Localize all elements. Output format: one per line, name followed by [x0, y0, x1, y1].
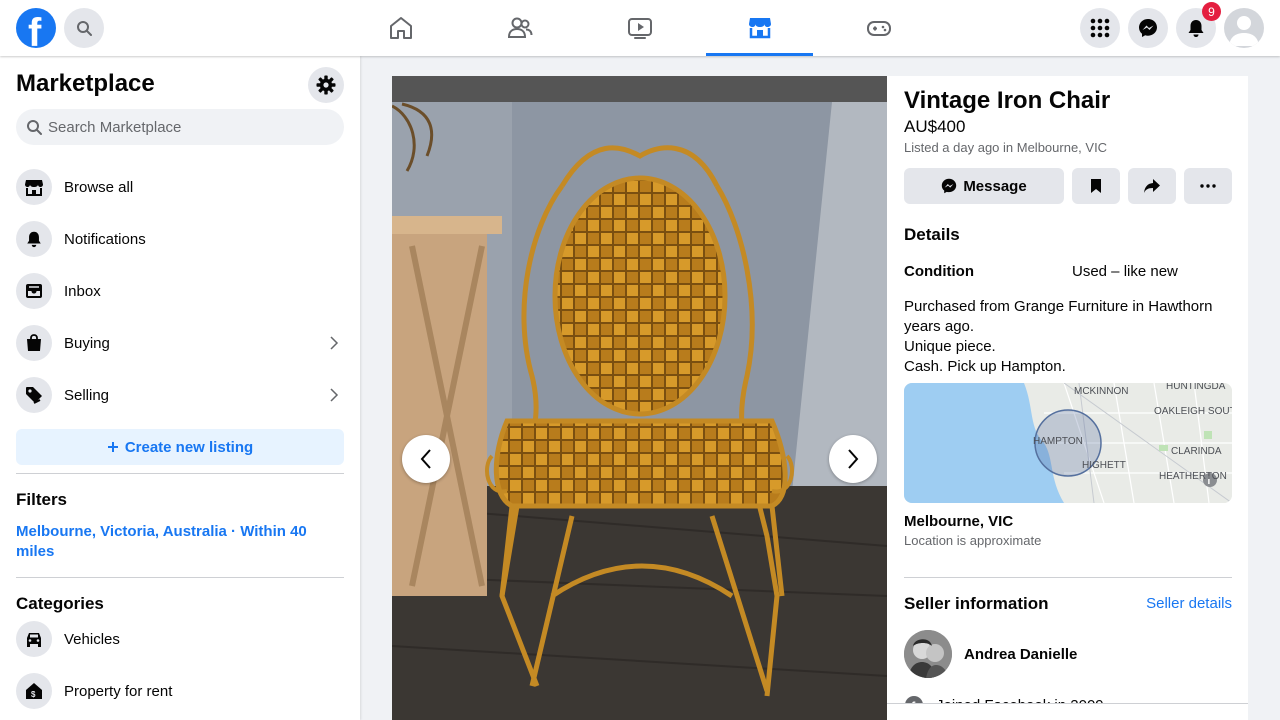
save-button[interactable] [1072, 168, 1120, 204]
gaming-controller-icon [866, 21, 891, 36]
category-item-property-for-rent[interactable]: $ Property for rent [16, 669, 344, 713]
sidebar-item-inbox[interactable]: Inbox [16, 269, 344, 313]
chevron-right-icon [848, 449, 859, 469]
previous-photo-button[interactable] [402, 435, 450, 483]
listing-title: Vintage Iron Chair [904, 87, 1111, 114]
search-marketplace-input[interactable] [48, 109, 338, 145]
chair-photo-image [392, 76, 887, 720]
map-label-mckinnon: MCKINNON [1074, 386, 1128, 397]
search-button[interactable] [64, 8, 104, 48]
shopping-bag-icon [27, 334, 41, 351]
chevron-right-icon [330, 388, 339, 402]
more-dots-icon [1200, 184, 1216, 188]
map-label-heatherton: HEATHERTON [1159, 471, 1227, 482]
map-label-highett: HIGHETT [1082, 460, 1126, 471]
bookmark-icon [1091, 179, 1101, 193]
location-filter-link[interactable]: Melbourne, Victoria, Australia · Within … [16, 522, 336, 562]
notification-count-badge: 9 [1202, 2, 1221, 21]
bell-icon [27, 231, 41, 248]
chevron-left-icon [420, 449, 431, 469]
watch-video-icon [627, 18, 652, 39]
price-tag-icon [26, 387, 42, 404]
top-navigation-bar: f 9 [0, 0, 1280, 56]
svg-text:$: $ [31, 690, 36, 699]
map-label-hampton: HAMPTON [1033, 436, 1083, 447]
profile-avatar[interactable] [1224, 8, 1264, 48]
seller-avatar[interactable] [904, 630, 952, 678]
sidebar-item-notifications[interactable]: Notifications [16, 217, 344, 261]
map-label-clarinda: CLARINDA [1171, 446, 1222, 457]
search-icon [27, 120, 42, 135]
categories-heading: Categories [16, 594, 104, 613]
more-options-button[interactable] [1184, 168, 1232, 204]
sidebar-divider [16, 473, 344, 474]
listing-photo [392, 76, 887, 720]
sidebar-item-browse-all[interactable]: Browse all [16, 165, 344, 209]
marketplace-search[interactable] [16, 109, 344, 145]
sidebar-item-buying[interactable]: Buying [16, 321, 344, 365]
seller-details-link[interactable]: Seller details [1146, 595, 1232, 612]
category-item-vehicles[interactable]: Vehicles [16, 617, 344, 661]
listing-price: AU$400 [904, 117, 966, 136]
map-label-huntingdale: HUNTINGDA [1166, 383, 1226, 392]
tab-marketplace[interactable] [706, 0, 813, 56]
settings-button[interactable] [308, 67, 344, 103]
map-label-oakleigh-south: OAKLEIGH SOUTH [1154, 406, 1232, 417]
seller-photo-image [904, 630, 952, 678]
details-heading: Details [904, 225, 960, 244]
location-name: Melbourne, VIC [904, 513, 1014, 530]
filters-heading: Filters [16, 490, 68, 509]
listing-time-location: Listed a day ago in Melbourne, VIC [904, 140, 1108, 155]
tab-home[interactable] [347, 0, 454, 56]
marketplace-sidebar: Marketplace Browse all Notifications Inb… [0, 56, 360, 720]
next-photo-button[interactable] [829, 435, 877, 483]
condition-label: Condition [904, 263, 974, 280]
grid-menu-icon [1090, 18, 1110, 38]
chevron-right-icon [330, 336, 339, 350]
seller-name[interactable]: Andrea Danielle [964, 646, 1077, 663]
tab-gaming[interactable] [825, 0, 932, 56]
create-new-listing-button[interactable]: Create new listing [16, 429, 344, 465]
listing-details-panel: Vintage Iron Chair AU$400 Listed a day a… [887, 76, 1248, 720]
home-icon [389, 17, 412, 39]
bottom-overlay-bar [887, 703, 1248, 720]
storefront-icon [25, 180, 43, 196]
seller-information-heading: Seller information [904, 594, 1049, 613]
marketplace-icon [748, 17, 771, 38]
messenger-button[interactable] [1128, 8, 1168, 48]
friends-icon [507, 17, 532, 38]
inbox-icon [26, 284, 42, 298]
share-button[interactable] [1128, 168, 1176, 204]
messenger-icon [1139, 19, 1157, 37]
section-divider [904, 577, 1232, 578]
car-icon [27, 633, 41, 647]
map-image: i MCKINNON HUNTINGDA OAKLEIGH SOUTH HAMP… [904, 383, 1232, 503]
gear-icon [316, 75, 336, 95]
tab-friends[interactable] [466, 0, 573, 56]
messenger-icon [942, 178, 957, 194]
bell-icon [1188, 20, 1204, 37]
menu-button[interactable] [1080, 8, 1120, 48]
default-avatar-icon [1229, 16, 1259, 46]
message-button[interactable]: Message [904, 168, 1064, 204]
sidebar-item-selling[interactable]: Selling [16, 373, 344, 417]
tab-watch[interactable] [586, 0, 693, 56]
house-icon: $ [26, 683, 42, 699]
location-map[interactable]: i MCKINNON HUNTINGDA OAKLEIGH SOUTH HAMP… [904, 383, 1232, 503]
listing-description: Purchased from Grange Furniture in Hawth… [904, 298, 1213, 375]
sidebar-divider [16, 577, 344, 578]
sidebar-title: Marketplace [16, 70, 155, 97]
facebook-logo[interactable]: f [16, 8, 56, 48]
search-icon [77, 21, 92, 36]
location-note: Location is approximate [904, 533, 1042, 548]
condition-value: Used – like new [1072, 263, 1178, 280]
share-arrow-icon [1144, 179, 1160, 193]
plus-icon [107, 442, 118, 452]
